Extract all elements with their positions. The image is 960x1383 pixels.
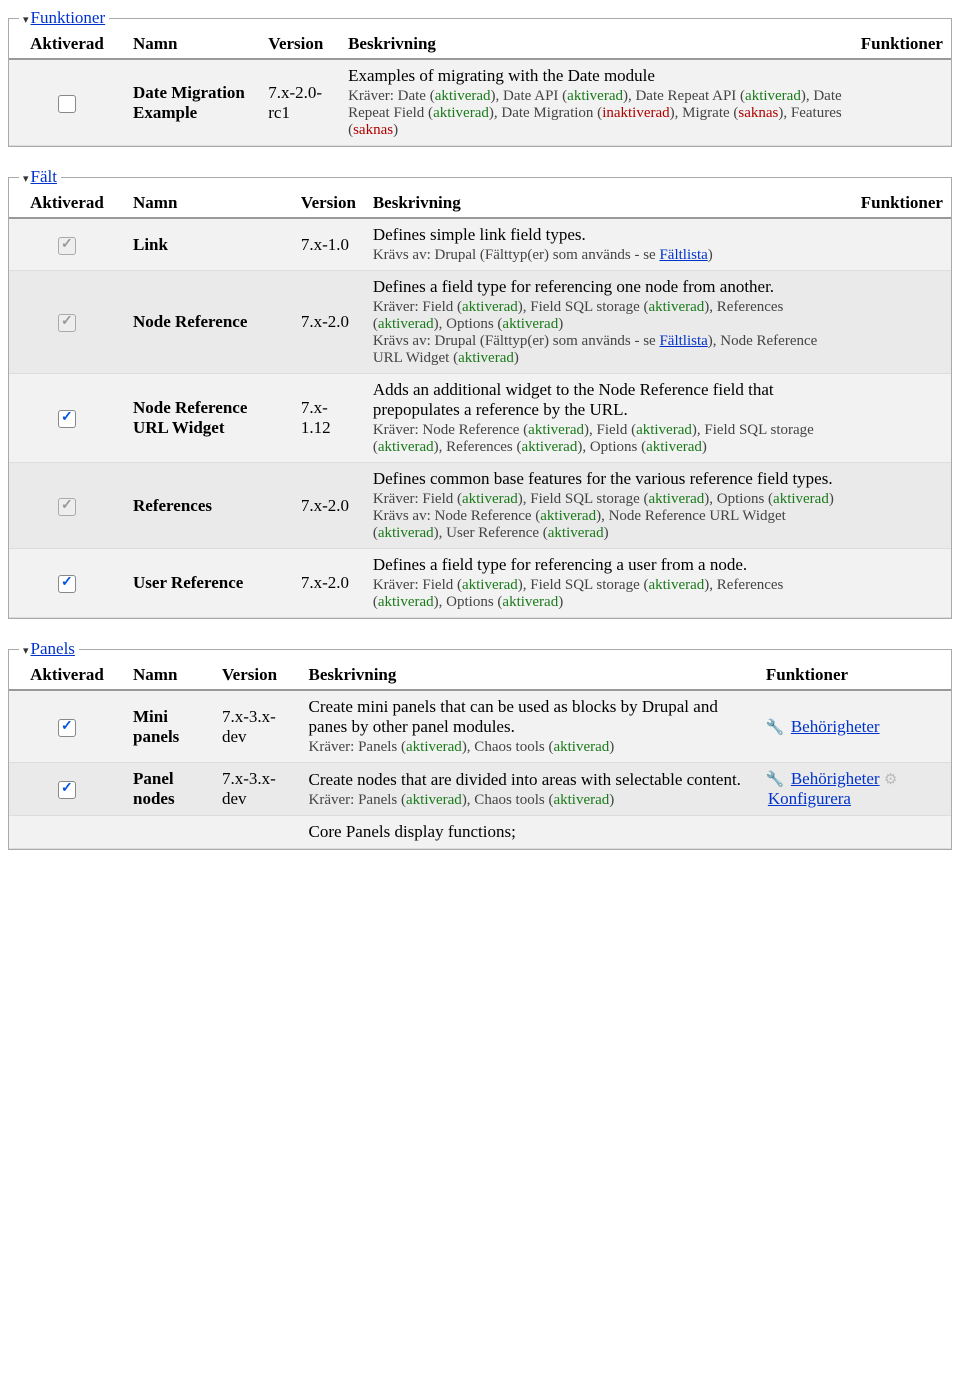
enable-checkbox[interactable]: ✓ (58, 410, 76, 428)
header-description: Beskrivning (365, 187, 853, 218)
permissions-icon: 🔧 (766, 720, 785, 736)
table-row: ✓ Node Reference URL Widget 7.x-1.12 Add… (9, 374, 951, 463)
module-name: Date Migration Example (125, 59, 260, 146)
header-name: Namn (125, 187, 293, 218)
module-description: Create nodes that are divided into areas… (309, 770, 750, 790)
table-row: ✓ References 7.x-2.0 Defines common base… (9, 463, 951, 549)
collapse-icon[interactable]: ▾ (23, 173, 29, 185)
module-description: Defines common base features for the var… (373, 469, 845, 489)
module-version: 7.x-2.0 (293, 549, 365, 618)
module-version: 7.x-2.0 (293, 463, 365, 549)
module-dependencies: Krävs av: Drupal (Fälttyp(er) som använd… (373, 247, 845, 264)
enable-checkbox-locked: ✓ (58, 314, 76, 332)
collapse-icon[interactable]: ▾ (23, 645, 29, 657)
module-operations (853, 218, 951, 271)
header-version: Version (260, 28, 340, 59)
fieldset-toggle[interactable]: Fält (31, 167, 57, 186)
module-operations: 🔧 Behörigheter ⚙ Konfigurera (758, 763, 951, 816)
module-operations (853, 463, 951, 549)
module-operations (853, 271, 951, 374)
configure-link[interactable]: Konfigurera (768, 789, 851, 808)
fieldset-legend: ▾Fält (19, 167, 61, 187)
enable-checkbox-locked: ✓ (58, 237, 76, 255)
enable-checkbox[interactable]: ✓ (58, 781, 76, 799)
permissions-link[interactable]: Behörigheter (791, 769, 880, 788)
module-name: Node Reference URL Widget (125, 374, 293, 463)
header-enabled: Aktiverad (9, 187, 125, 218)
module-name: Panel nodes (125, 763, 214, 816)
header-enabled: Aktiverad (9, 28, 125, 59)
fieldset-toggle[interactable]: Panels (31, 639, 75, 658)
module-dependencies: Kräver: Field (aktiverad), Field SQL sto… (373, 577, 845, 611)
fieldlist-link[interactable]: Fältlista (659, 333, 707, 349)
fieldset-falt: ▾Fält Aktiverad Namn Version Beskrivning… (8, 167, 952, 619)
module-dependencies: Kräver: Date (aktiverad), Date API (akti… (348, 88, 845, 139)
configure-icon: ⚙ (884, 772, 897, 788)
table-row: ✓ Mini panels 7.x-3.x-dev Create mini pa… (9, 690, 951, 763)
module-name: Mini panels (125, 690, 214, 763)
module-operations (853, 549, 951, 618)
fieldset-funktioner: ▾Funktioner Aktiverad Namn Version Beskr… (8, 8, 952, 147)
table-row: ✓ Panel nodes 7.x-3.x-dev Create nodes t… (9, 763, 951, 816)
module-name: Link (125, 218, 293, 271)
module-dependencies: Kräver: Node Reference (aktiverad), Fiel… (373, 422, 845, 456)
header-operations: Funktioner (853, 187, 951, 218)
header-description: Beskrivning (340, 28, 853, 59)
header-operations: Funktioner (853, 28, 951, 59)
modules-table: Aktiverad Namn Version Beskrivning Funkt… (9, 28, 951, 146)
table-row: ✓ Node Reference 7.x-2.0 Defines a field… (9, 271, 951, 374)
module-operations: 🔧 Behörigheter (758, 690, 951, 763)
module-version: 7.x-1.0 (293, 218, 365, 271)
enable-checkbox[interactable] (58, 95, 76, 113)
module-name: References (125, 463, 293, 549)
module-description: Adds an additional widget to the Node Re… (373, 380, 845, 420)
module-description: Defines a field type for referencing a u… (373, 555, 845, 575)
module-description: Defines simple link field types. (373, 225, 845, 245)
header-operations: Funktioner (758, 659, 951, 690)
module-dependencies: Kräver: Field (aktiverad), Field SQL sto… (373, 491, 845, 542)
table-row: ✓ User Reference 7.x-2.0 Defines a field… (9, 549, 951, 618)
header-enabled: Aktiverad (9, 659, 125, 690)
module-operations (853, 374, 951, 463)
module-operations (853, 59, 951, 146)
fieldset-toggle[interactable]: Funktioner (31, 8, 106, 27)
module-version: 7.x-3.x-dev (214, 763, 301, 816)
module-version: 7.x-2.0-rc1 (260, 59, 340, 146)
collapse-icon[interactable]: ▾ (23, 14, 29, 26)
table-row: Core Panels display functions; (9, 816, 951, 849)
module-dependencies: Kräver: Field (aktiverad), Field SQL sto… (373, 299, 845, 367)
enable-checkbox[interactable]: ✓ (58, 575, 76, 593)
module-version: 7.x-3.x-dev (214, 690, 301, 763)
table-row: ✓ Link 7.x-1.0 Defines simple link field… (9, 218, 951, 271)
fieldset-legend: ▾Panels (19, 639, 79, 659)
enable-checkbox-locked: ✓ (58, 498, 76, 516)
module-description: Core Panels display functions; (309, 822, 943, 842)
module-name: User Reference (125, 549, 293, 618)
header-description: Beskrivning (301, 659, 758, 690)
table-row: Date Migration Example 7.x-2.0-rc1 Examp… (9, 59, 951, 146)
module-version: 7.x-2.0 (293, 271, 365, 374)
modules-table: Aktiverad Namn Version Beskrivning Funkt… (9, 659, 951, 849)
header-name: Namn (125, 28, 260, 59)
module-description: Create mini panels that can be used as b… (309, 697, 750, 737)
module-description: Examples of migrating with the Date modu… (348, 66, 845, 86)
enable-checkbox[interactable]: ✓ (58, 719, 76, 737)
module-dependencies: Kräver: Panels (aktiverad), Chaos tools … (309, 739, 750, 756)
permissions-link[interactable]: Behörigheter (791, 717, 880, 736)
modules-table: Aktiverad Namn Version Beskrivning Funkt… (9, 187, 951, 618)
fieldset-legend: ▾Funktioner (19, 8, 109, 28)
permissions-icon: 🔧 (766, 772, 785, 788)
header-version: Version (293, 187, 365, 218)
header-version: Version (214, 659, 301, 690)
module-dependencies: Kräver: Panels (aktiverad), Chaos tools … (309, 792, 750, 809)
module-name: Node Reference (125, 271, 293, 374)
module-description: Defines a field type for referencing one… (373, 277, 845, 297)
header-name: Namn (125, 659, 214, 690)
module-version: 7.x-1.12 (293, 374, 365, 463)
fieldset-panels: ▾Panels Aktiverad Namn Version Beskrivni… (8, 639, 952, 850)
fieldlist-link[interactable]: Fältlista (659, 247, 707, 263)
